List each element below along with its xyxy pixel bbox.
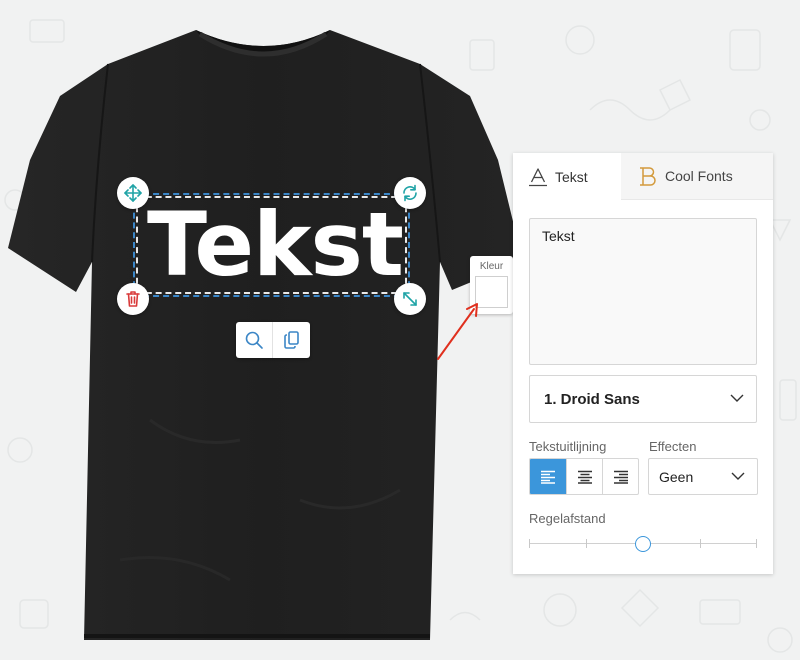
resize-diagonal-icon [403, 292, 417, 306]
slider-tick [586, 539, 587, 548]
align-left-icon [541, 470, 555, 484]
tab-text[interactable]: Tekst [513, 153, 621, 200]
chevron-down-icon [730, 394, 744, 402]
cool-fonts-b-icon [640, 167, 656, 186]
trash-icon [126, 291, 140, 307]
effects-select[interactable]: Geen [648, 458, 758, 495]
tab-cool-fonts[interactable]: Cool Fonts [621, 153, 773, 200]
line-spacing-slider[interactable] [529, 535, 757, 553]
tab-cool-fonts-label: Cool Fonts [665, 168, 733, 184]
align-center-icon [577, 470, 592, 484]
chevron-down-icon [731, 472, 745, 480]
move-arrows-icon [124, 184, 142, 202]
text-a-icon [529, 167, 547, 186]
duplicate-button[interactable] [273, 322, 310, 358]
duplicate-icon [283, 331, 299, 349]
font-select[interactable]: 1. Droid Sans [529, 375, 757, 423]
effects-select-value: Geen [659, 468, 694, 485]
slider-tick [700, 539, 701, 548]
slider-tick [529, 539, 530, 548]
color-picker-label: Kleur [479, 261, 504, 272]
pointer-arrow [437, 303, 478, 360]
rotate-handle[interactable] [394, 177, 426, 209]
zoom-button[interactable] [236, 322, 273, 358]
rotate-icon [403, 184, 417, 202]
slider-thumb[interactable] [635, 536, 651, 552]
align-right-button[interactable] [602, 459, 638, 494]
tab-text-label: Tekst [555, 168, 588, 185]
element-toolbar [236, 322, 310, 358]
magnifier-icon [245, 331, 263, 349]
alignment-buttons [529, 458, 639, 495]
selection-box[interactable] [133, 193, 410, 297]
text-input[interactable]: Tekst [529, 218, 757, 365]
effects-label: Effecten [649, 439, 697, 454]
align-center-button[interactable] [566, 459, 602, 494]
resize-handle[interactable] [394, 283, 426, 315]
delete-handle[interactable] [117, 283, 149, 315]
align-left-button[interactable] [530, 459, 566, 494]
alignment-label: Tekstuitlijning [529, 439, 607, 454]
text-settings-panel: Tekst Cool Fonts Tekst 1. Droid Sans Tek… [513, 153, 773, 574]
move-handle[interactable] [117, 177, 149, 209]
font-select-value: 1. Droid Sans [544, 390, 640, 408]
panel-tabs: Tekst Cool Fonts [513, 153, 773, 200]
align-right-icon [613, 470, 628, 484]
slider-tick [756, 539, 757, 548]
line-spacing-label: Regelafstand [529, 511, 606, 526]
